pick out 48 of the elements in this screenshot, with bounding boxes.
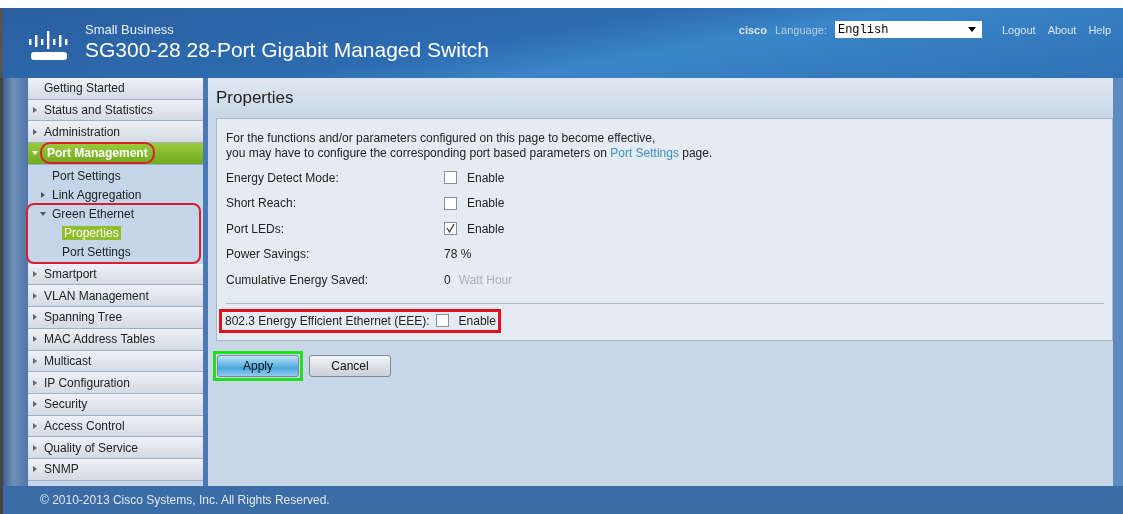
unit-label: Watt Hour [458, 272, 513, 287]
product-title: SG300-28 28-Port Gigabit Managed Switch [85, 38, 489, 62]
apply-button[interactable]: Apply [217, 354, 299, 377]
nav-subitem[interactable]: Port Settings [62, 245, 131, 260]
header-link[interactable]: Help [1088, 23, 1111, 36]
field-label: Energy Detect Mode: [226, 170, 340, 185]
field-label: Short Reach: [226, 196, 298, 211]
nav-item[interactable]: Quality of Service [28, 437, 203, 459]
checkbox-label: Enable [467, 221, 505, 236]
copyright-text: © 2010-2013 Cisco Systems, Inc. All Rights Reserved. [40, 493, 330, 507]
nav-item[interactable]: Spanning Tree [28, 307, 203, 329]
header-link[interactable]: Logout [1001, 23, 1036, 36]
nav-subitem[interactable]: Link Aggregation [34, 185, 199, 205]
checkbox-label: Enable [458, 313, 496, 328]
field-label: Power Savings: [226, 247, 311, 262]
header-link[interactable]: About [1047, 23, 1077, 36]
caret-icon [967, 27, 976, 32]
nav-subitem[interactable]: Green Ethernet [34, 204, 199, 224]
field-label: Cumulative Energy Saved: [226, 272, 370, 287]
checkbox[interactable] [435, 314, 449, 327]
nav-item[interactable]: Smartport [28, 263, 203, 286]
checkbox[interactable] [444, 222, 457, 236]
checkbox[interactable] [444, 196, 457, 210]
nav-item[interactable]: IP Configuration [28, 372, 203, 394]
field-label: 802.3 Energy Efficient Ethernet (EEE): [225, 313, 430, 328]
nav-item[interactable]: Security [28, 393, 203, 416]
field-label: Port LEDs: [226, 221, 286, 236]
nav-subitem[interactable]: Port Settings [34, 166, 199, 186]
nav-item[interactable]: Getting Started [28, 78, 203, 100]
language-label: Language: [774, 23, 827, 36]
info-text: you may have to configure the corresponding port based parameters on Port Settings page. [226, 146, 714, 161]
cancel-button[interactable]: Cancel [309, 354, 391, 377]
checkbox-label: Enable [467, 170, 505, 185]
checkbox[interactable] [444, 171, 457, 185]
username: cisco [738, 23, 767, 36]
field-value: 0 [444, 272, 451, 287]
info-text: For the functions and/or parameters configured on this page to become effective, [226, 131, 657, 146]
nav-item[interactable]: Administration [28, 121, 203, 144]
nav-item[interactable]: VLAN Management [28, 285, 203, 308]
nav-item[interactable]: SNMP [28, 458, 203, 481]
brand-text: Small Business [85, 22, 175, 37]
language-dropdown[interactable]: English [834, 21, 982, 38]
field-value: 78 % [444, 247, 472, 262]
nav-item[interactable]: MAC Address Tables [28, 328, 203, 351]
nav-item[interactable]: Access Control [28, 415, 203, 438]
nav-item[interactable]: Status and Statistics [28, 99, 203, 122]
checkbox-label: Enable [467, 196, 505, 211]
nav-item[interactable]: Multicast [28, 350, 203, 373]
